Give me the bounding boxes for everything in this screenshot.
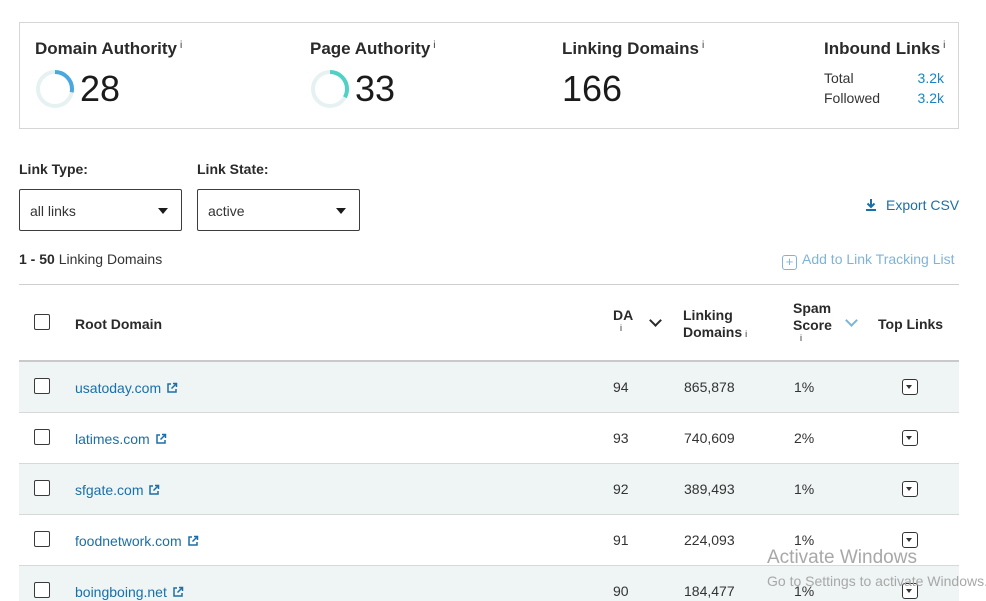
spam-score-value: 1% [794,532,815,548]
root-domain-text: usatoday.com [75,380,162,396]
root-domain-link[interactable]: latimes.com [75,431,167,447]
table-row: usatoday.com 94 865,878 1% [19,362,959,413]
add-to-link-tracking-button[interactable]: + Add to Link Tracking List [782,251,955,270]
linking-domains-value: 389,493 [684,481,735,497]
info-icon[interactable]: i [702,40,704,51]
sort-desc-chevron-icon[interactable] [649,314,662,327]
row-checkbox[interactable] [34,582,50,598]
row-checkbox[interactable] [34,378,50,394]
metrics-panel: Domain Authority i 28 Page Authority i 33 … [19,22,959,129]
root-domain-text: boingboing.net [75,584,167,600]
root-domain-link[interactable]: foodnetwork.com [75,533,199,549]
results-range-label: Linking Domains [58,251,163,267]
root-domain-link[interactable]: boingboing.net [75,584,184,600]
top-links-header: Top Links [878,316,944,332]
page-authority-title: Page Authority i [310,39,436,58]
spam-score-value: 1% [794,481,815,497]
inbound-links-title: Inbound Links i [824,39,946,58]
root-domain-text: latimes.com [75,431,150,447]
inbound-followed-label: Followed [824,90,881,106]
linking-domains-value: 740,609 [684,430,735,446]
external-link-icon[interactable] [166,382,178,394]
table-header: Root Domain DA i Linking Domains i Spam S… [19,284,959,362]
inbound-followed-value[interactable]: 3.2k [904,90,944,106]
caret-down-icon [158,208,168,214]
row-checkbox[interactable] [34,480,50,496]
da-value: 93 [613,430,629,446]
export-csv-button[interactable]: Export CSV [864,197,959,213]
da-value: 90 [613,583,629,599]
link-type-select[interactable]: all links [19,189,182,231]
table-row: sfgate.com 92 389,493 1% [19,464,959,515]
row-checkbox[interactable] [34,429,50,445]
linking-domains-value: 865,878 [684,379,735,395]
linking-domains-value: 224,093 [684,532,735,548]
info-icon[interactable]: i [180,40,182,51]
root-domain-header[interactable]: Root Domain [75,316,162,333]
page-authority-value: 33 [355,68,396,109]
linking-domains-value: 184,477 [684,583,735,599]
caret-down-icon [336,208,346,214]
link-type-label: Link Type: [19,161,88,177]
top-links-dropdown-icon[interactable] [902,379,918,395]
link-state-select[interactable]: active [197,189,360,231]
watermark-subtitle: Go to Settings to activate Windows. [767,573,986,589]
info-icon[interactable]: i [796,334,832,343]
inbound-total-label: Total [824,70,854,86]
row-checkbox[interactable] [34,531,50,547]
root-domain-text: foodnetwork.com [75,533,182,549]
add-to-link-tracking-label: Add to Link Tracking List [802,251,955,267]
linking-domains-value: 166 [562,68,623,109]
linking-domains-header[interactable]: Linking Domains i [683,307,747,343]
external-link-icon[interactable] [155,433,167,445]
table-row: latimes.com 93 740,609 2% [19,413,959,464]
sort-chevron-icon[interactable] [845,314,858,327]
results-range: 1 - 50 Linking Domains [19,251,162,267]
watermark-title: Activate Windows [767,547,917,568]
inbound-total-value[interactable]: 3.2k [904,70,944,86]
link-state-value: active [208,203,245,219]
domain-authority-title: Domain Authority i [35,39,183,58]
info-icon[interactable]: i [616,324,633,333]
linking-domains-title: Linking Domains i [562,39,705,58]
da-value: 92 [613,481,629,497]
domain-authority-gauge [36,70,74,108]
page-authority-gauge [311,70,349,108]
download-icon [866,199,876,211]
top-links-dropdown-icon[interactable] [902,430,918,446]
top-links-dropdown-icon[interactable] [902,532,918,548]
info-icon[interactable]: i [433,40,435,51]
top-links-dropdown-icon[interactable] [902,481,918,497]
root-domain-link[interactable]: usatoday.com [75,380,178,396]
da-value: 94 [613,379,629,395]
info-icon[interactable]: i [943,40,945,51]
spam-score-value: 1% [794,379,815,395]
windows-activation-watermark: Activate Windows Go to Settings to activ… [767,547,986,589]
external-link-icon[interactable] [172,586,184,598]
da-value: 91 [613,532,629,548]
domain-authority-value: 28 [80,68,121,109]
link-state-label: Link State: [197,161,269,177]
da-header[interactable]: DA i [613,307,633,333]
external-link-icon[interactable] [187,535,199,547]
link-type-value: all links [30,203,76,219]
plus-icon: + [782,255,797,270]
select-all-checkbox[interactable] [34,314,50,330]
export-csv-label: Export CSV [886,197,960,213]
external-link-icon[interactable] [148,484,160,496]
info-icon[interactable]: i [745,329,747,339]
spam-score-value: 2% [794,430,815,446]
spam-score-header[interactable]: Spam Score i [793,300,832,343]
root-domain-link[interactable]: sfgate.com [75,482,160,498]
root-domain-text: sfgate.com [75,482,144,498]
results-range-numbers: 1 - 50 [19,251,55,267]
